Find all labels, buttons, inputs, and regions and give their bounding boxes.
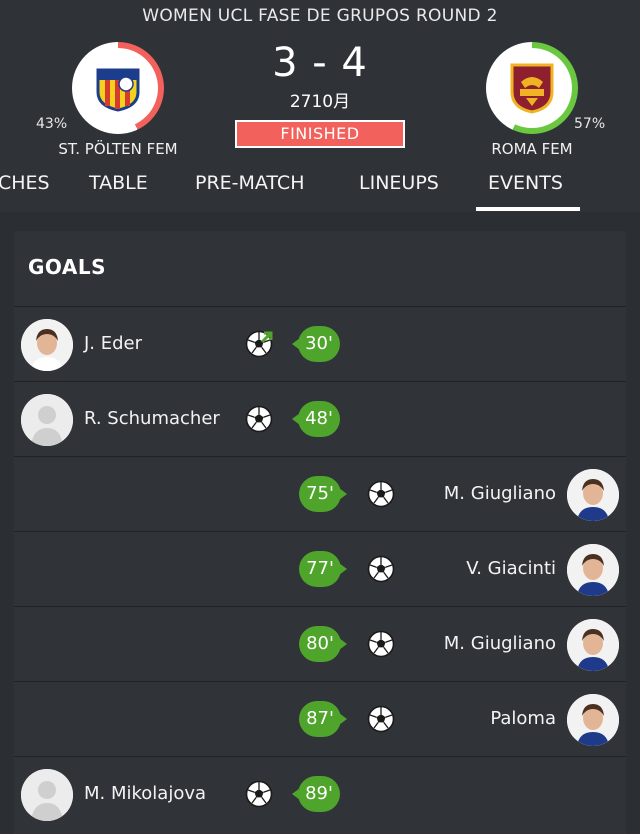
minute-label: 89' (298, 776, 340, 812)
away-team-name: ROMA FEM (491, 140, 573, 158)
player-avatar[interactable] (21, 319, 73, 371)
player-name[interactable]: M. Mikolajova (84, 783, 206, 804)
goal-event-row[interactable]: 77' V. Giacinti (14, 531, 626, 606)
minute-label: 80' (299, 626, 341, 662)
player-name[interactable]: R. Schumacher (84, 408, 220, 429)
minute-badge: 48' (292, 401, 340, 437)
soccer-ball-icon (245, 405, 273, 433)
minute-badge: 75' (299, 476, 347, 512)
player-avatar[interactable] (567, 469, 619, 521)
player-name[interactable]: M. Giugliano (444, 633, 556, 654)
player-name[interactable]: V. Giacinti (466, 558, 556, 579)
minute-badge: 87' (299, 701, 347, 737)
home-team-name: ST. PÖLTEN FEM (58, 140, 178, 158)
tab-table[interactable]: TABLE (89, 172, 148, 194)
tab-matches[interactable]: CHES (0, 172, 50, 194)
minute-label: 48' (298, 401, 340, 437)
minute-label: 77' (299, 551, 341, 587)
player-name[interactable]: J. Eder (84, 333, 142, 354)
active-tab-indicator (476, 207, 580, 211)
goal-event-row[interactable]: M. Mikolajova 89' (14, 756, 626, 831)
league-title: WOMEN UCL FASE DE GRUPOS ROUND 2 (142, 6, 498, 26)
tab-pre-match[interactable]: PRE-MATCH (195, 172, 304, 194)
goal-event-row[interactable]: 87' Paloma (14, 681, 626, 756)
minute-label: 87' (299, 701, 341, 737)
status-badge: FINISHED (235, 120, 405, 148)
player-avatar[interactable] (21, 769, 73, 821)
player-avatar[interactable] (567, 619, 619, 671)
player-name[interactable]: M. Giugliano (444, 483, 556, 504)
minute-badge: 80' (299, 626, 347, 662)
minute-label: 75' (299, 476, 341, 512)
goals-title: GOALS (28, 255, 107, 279)
soccer-ball-icon (367, 555, 395, 583)
soccer-ball-icon (367, 480, 395, 508)
soccer-ball-icon (367, 630, 395, 658)
goal-event-row[interactable]: J. Eder 30' (14, 306, 626, 381)
minute-badge: 89' (292, 776, 340, 812)
soccer-ball-icon (245, 780, 273, 808)
away-possession-ring (486, 42, 578, 134)
tab-events[interactable]: EVENTS (488, 172, 563, 194)
soccer-ball-penalty-icon (245, 330, 273, 358)
soccer-ball-icon (367, 705, 395, 733)
minute-badge: 77' (299, 551, 347, 587)
goal-event-row[interactable]: 80' M. Giugliano (14, 606, 626, 681)
player-name[interactable]: Paloma (490, 708, 556, 729)
player-avatar[interactable] (567, 694, 619, 746)
player-avatar[interactable] (567, 544, 619, 596)
player-avatar[interactable] (21, 394, 73, 446)
goal-event-row[interactable]: 75' M. Giugliano (14, 456, 626, 531)
goal-event-row[interactable]: R. Schumacher 48' (14, 381, 626, 456)
tab-bar: CHES TABLE PRE-MATCH LINEUPS EVENTS (0, 164, 640, 212)
tab-lineups[interactable]: LINEUPS (359, 172, 439, 194)
goals-card: GOALS J. Eder 30' R. Schumacher 48' 75' M. Gi… (14, 231, 626, 834)
away-team-logo (492, 48, 572, 128)
minute-badge: 30' (292, 326, 340, 362)
away-team[interactable]: ROMA FEM (472, 42, 592, 158)
minute-label: 30' (298, 326, 340, 362)
